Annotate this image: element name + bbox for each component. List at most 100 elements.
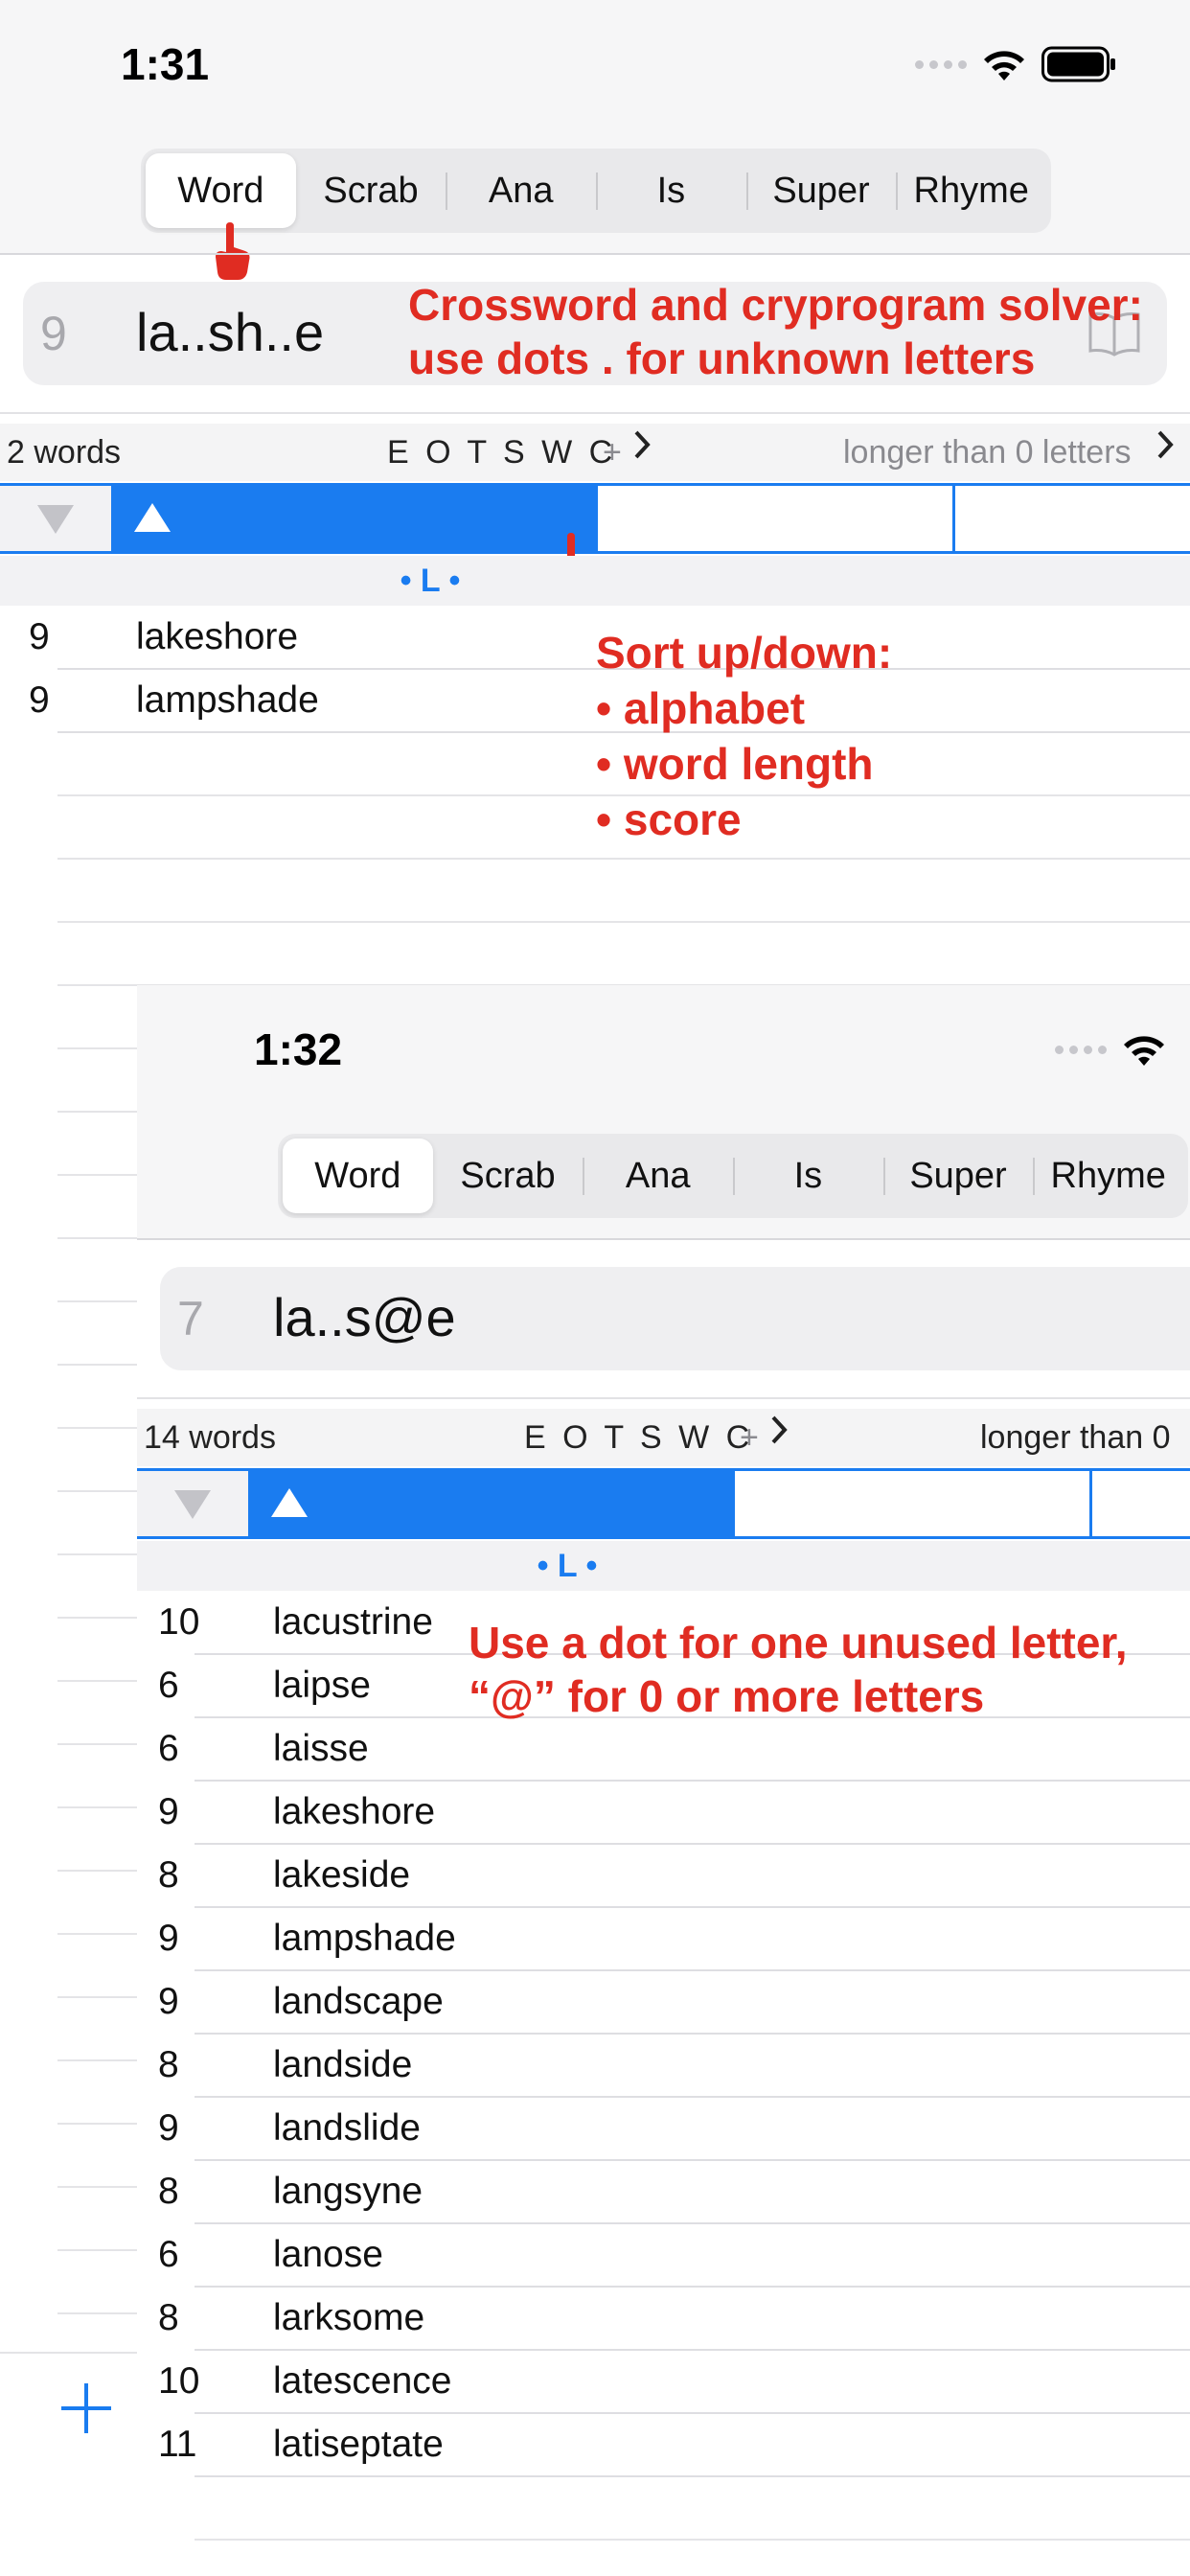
tab-scrab[interactable]: Scrab (433, 1138, 584, 1213)
status-time: 1:32 (254, 1024, 343, 1074)
empty-row-divider (57, 1364, 137, 1366)
word-text: laipse (273, 1665, 371, 1706)
chevron-right-icon[interactable] (769, 1414, 789, 1454)
word-length: 8 (158, 2297, 179, 2338)
empty-row-divider (57, 1806, 137, 1808)
list-item[interactable]: 6 laisse (137, 1717, 1190, 1782)
list-item[interactable]: 8 landside (137, 2034, 1190, 2098)
tab-ana[interactable]: Ana (446, 153, 596, 228)
sort-bar (0, 483, 1190, 554)
list-item[interactable]: 9 landslide (137, 2097, 1190, 2161)
sort-score-button[interactable] (1092, 1471, 1190, 1536)
sort-alphabet-button[interactable] (111, 486, 598, 551)
annotation-line: “@” for 0 or more letters (469, 1671, 985, 1721)
section-index-header: • L • (137, 1541, 997, 1591)
list-item[interactable]: 9 lampshade (137, 1907, 1190, 1971)
word-text: lanose (273, 2234, 383, 2275)
divider (0, 253, 1190, 255)
results-info-bar: 2 words E O T S W C + longer than 0 lett… (0, 424, 1190, 481)
word-length: 6 (158, 1728, 179, 1769)
tab-super[interactable]: Super (745, 153, 897, 228)
list-item[interactable]: 8 larksome (137, 2287, 1190, 2351)
empty-row-divider (57, 2123, 137, 2125)
row-divider (195, 2475, 1190, 2477)
length-filter[interactable]: longer than 0 (980, 1419, 1171, 1457)
sort-descending-button[interactable] (0, 486, 111, 551)
annotation-line: Use a dot for one unused letter, (469, 1618, 1128, 1668)
chevron-right-icon[interactable] (1156, 429, 1175, 469)
empty-row-divider (57, 1237, 137, 1239)
tab-scrab[interactable]: Scrab (296, 153, 446, 228)
search-field[interactable]: 7 la..s@e (160, 1267, 1190, 1370)
word-length: 6 (158, 2234, 179, 2275)
empty-row-divider (57, 1617, 137, 1619)
length-filter[interactable]: longer than 0 letters (843, 434, 1132, 472)
sort-alphabet-button[interactable] (248, 1471, 735, 1536)
empty-row-divider (57, 858, 1190, 860)
word-length: 8 (158, 1854, 179, 1896)
word-length: 10 (158, 2360, 200, 2402)
search-input[interactable]: la..s@e (273, 1286, 456, 1348)
tab-word[interactable]: Word (146, 153, 296, 228)
divider (0, 412, 1190, 414)
list-item[interactable]: 9 lakeshore (0, 606, 1190, 670)
tab-rhyme[interactable]: Rhyme (1033, 1138, 1183, 1213)
wifi-icon (1120, 1031, 1168, 1068)
signal-icon (1055, 1045, 1107, 1054)
word-length: 9 (29, 679, 50, 721)
results-info-bar: 14 words E O T S W C + longer than 0 (137, 1409, 1190, 1466)
list-item[interactable]: 6 lanose (137, 2223, 1190, 2288)
divider (137, 1397, 1190, 1399)
tab-super[interactable]: Super (882, 1138, 1034, 1213)
sort-length-button[interactable] (735, 1471, 1092, 1536)
list-item[interactable]: 9 lampshade (0, 669, 1190, 733)
sort-length-button[interactable] (598, 486, 955, 551)
empty-row-divider (57, 1427, 137, 1429)
letter-filter[interactable]: E O T S W C (524, 1419, 753, 1457)
annotation-line: use dots . for unknown letters (408, 334, 1036, 383)
word-text: lakeshore (273, 1791, 436, 1832)
tab-ana[interactable]: Ana (583, 1138, 733, 1213)
empty-row-divider (195, 2539, 1190, 2541)
list-item[interactable]: 9 landscape (137, 1970, 1190, 2035)
screen-2: 1:32 Word Scrab Ana Is Super Rhyme 7 la.… (137, 985, 1190, 2576)
empty-row-divider (57, 2312, 137, 2314)
word-text: lampshade (136, 679, 319, 721)
word-text: landslide (273, 2107, 421, 2149)
list-item[interactable]: 8 lakeside (137, 1844, 1190, 1908)
list-item[interactable]: 9 lakeshore (137, 1781, 1190, 1845)
search-input[interactable]: la..sh..e (136, 301, 324, 363)
plus-icon (61, 2383, 111, 2433)
word-text: larksome (273, 2297, 425, 2338)
tab-is[interactable]: Is (596, 153, 746, 228)
word-text: laisse (273, 1728, 369, 1769)
word-length: 10 (158, 1601, 200, 1643)
word-length: 9 (158, 1981, 179, 2022)
list-item[interactable]: 11 latiseptate (137, 2413, 1190, 2477)
empty-row-divider (57, 1996, 137, 1998)
tab-is[interactable]: Is (733, 1138, 883, 1213)
list-item[interactable]: 10 latescence (137, 2350, 1190, 2414)
empty-row-divider (57, 2249, 137, 2251)
word-count: 14 words (144, 1418, 276, 1456)
sort-score-button[interactable] (955, 486, 1190, 551)
tab-rhyme[interactable]: Rhyme (896, 153, 1046, 228)
letter-filter[interactable]: E O T S W C (387, 434, 616, 472)
annotation-line: • word length (596, 739, 874, 789)
tab-word[interactable]: Word (283, 1138, 433, 1213)
signal-icon (915, 59, 967, 69)
empty-row-divider (57, 1047, 137, 1049)
word-length: 8 (158, 2044, 179, 2085)
status-icons (915, 46, 1116, 82)
mode-segmented-control: Word Scrab Ana Is Super Rhyme (141, 149, 1051, 233)
add-button[interactable] (59, 2358, 113, 2456)
chevron-right-icon[interactable] (632, 429, 652, 469)
letter-filter-plus[interactable]: + (603, 434, 622, 472)
query-length: 7 (177, 1292, 204, 1346)
annotation-line: • score (596, 794, 742, 844)
list-item[interactable]: 8 langsyne (137, 2160, 1190, 2224)
letter-filter-plus[interactable]: + (740, 1419, 759, 1457)
word-text: lacustrine (273, 1601, 433, 1643)
status-time: 1:31 (121, 39, 210, 89)
sort-descending-button[interactable] (137, 1471, 248, 1536)
